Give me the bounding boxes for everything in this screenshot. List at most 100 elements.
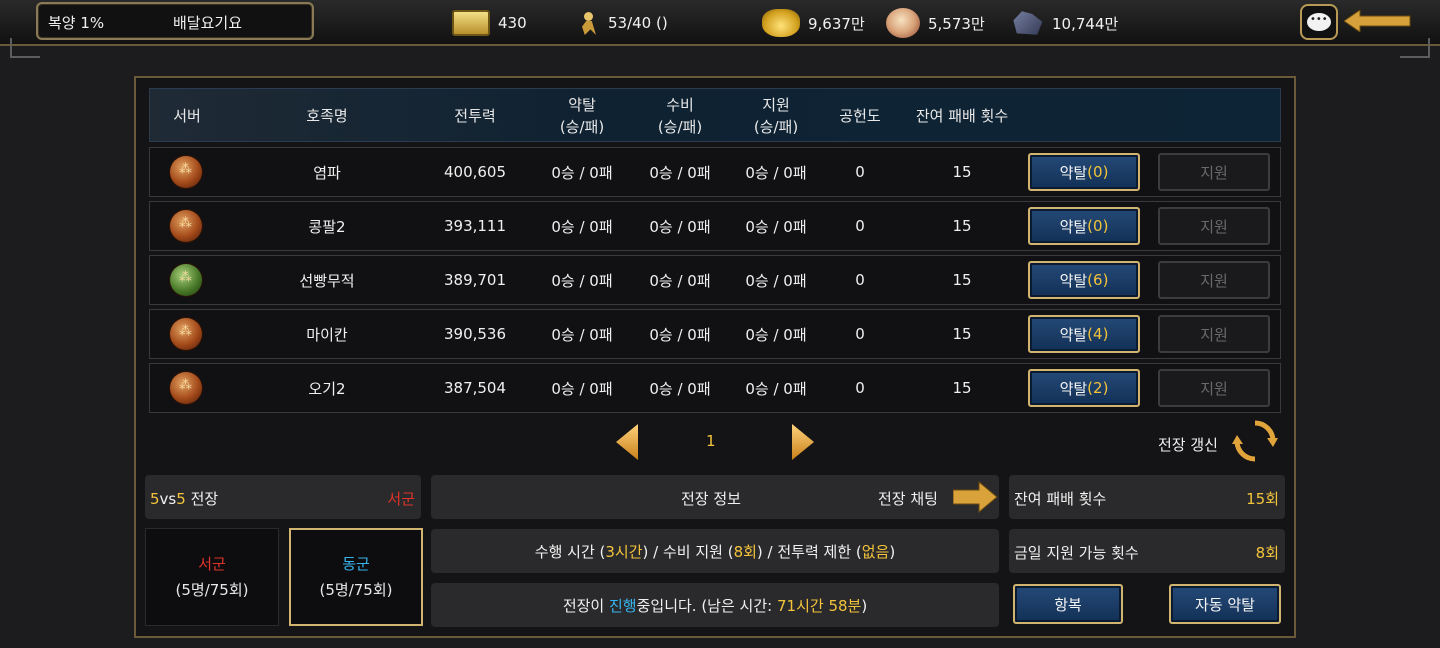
- plunder-record: 0승 / 0패: [551, 271, 613, 290]
- battle-chat-label[interactable]: 전장 채팅: [878, 488, 938, 509]
- daily-support-label: 금일 지원 가능 횟수: [1014, 544, 1139, 562]
- plunder-button-label: 약탈: [1059, 325, 1088, 344]
- plunder-button[interactable]: 약탈 (0): [1028, 207, 1140, 245]
- header-defense-title: 수비: [666, 96, 694, 114]
- support-record: 0승 / 0패: [745, 271, 807, 290]
- header-support-title: 지원: [762, 96, 790, 114]
- scroll-resource[interactable]: 430: [452, 8, 527, 38]
- clan-power: 389,701: [443, 271, 507, 289]
- scroll-count: 430: [498, 14, 527, 32]
- scroll-icon: [452, 10, 490, 36]
- contribution-value: 0: [855, 163, 865, 181]
- gold-resource[interactable]: 9,637만: [762, 8, 865, 38]
- status-text-1: 전장이: [562, 596, 609, 615]
- remaining-losses: 15: [952, 217, 972, 235]
- support-button[interactable]: 지원: [1158, 369, 1270, 407]
- auto-plunder-button[interactable]: 자동 약탈: [1169, 584, 1281, 624]
- west-team-name: 서군: [198, 555, 226, 573]
- support-button[interactable]: 지원: [1158, 261, 1270, 299]
- server-emblem-icon: [170, 264, 202, 296]
- plunder-record: 0승 / 0패: [551, 379, 613, 398]
- details-text-4: ): [889, 542, 896, 561]
- battle-mode-b: 5: [176, 490, 186, 508]
- details-support: 8회: [733, 542, 757, 561]
- remaining-losses: 15: [952, 325, 972, 343]
- battle-status-bar: 전장이 진행중입니다. (남은 시간: 71시간 58분): [431, 583, 999, 627]
- west-team-count: (5명/75회): [175, 581, 249, 599]
- server-emblem-icon: [170, 210, 202, 242]
- west-team-box[interactable]: 서군 (5명/75회): [145, 528, 279, 626]
- clan-name: 마이칸: [306, 325, 348, 344]
- plunder-button-count: (0): [1087, 217, 1109, 235]
- buff-status-box[interactable]: 복양 1% 배달요기요: [36, 2, 314, 40]
- ore-resource[interactable]: 10,744만: [1010, 8, 1118, 38]
- plunder-record: 0승 / 0패: [551, 217, 613, 236]
- frame-corner-left: [10, 38, 40, 58]
- surrender-button[interactable]: 항복: [1013, 584, 1123, 624]
- refresh-icon[interactable]: [1230, 418, 1280, 464]
- ore-count: 10,744만: [1052, 14, 1119, 33]
- chat-arrow-icon[interactable]: [953, 480, 997, 514]
- defense-record: 0승 / 0패: [649, 217, 711, 236]
- contribution-value: 0: [855, 217, 865, 235]
- refresh-label[interactable]: 전장 갱신: [1158, 434, 1218, 455]
- table-row[interactable]: 마이칸 390,536 0승 / 0패 0승 / 0패 0승 / 0패 0 15…: [149, 309, 1281, 359]
- ore-icon: [1013, 11, 1043, 35]
- contribution-value: 0: [855, 271, 865, 289]
- page-number: 1: [706, 432, 716, 450]
- header-plunder-title: 약탈: [568, 96, 596, 114]
- plunder-button[interactable]: 약탈 (2): [1028, 369, 1140, 407]
- food-resource[interactable]: 5,573만: [886, 8, 985, 38]
- support-record: 0승 / 0패: [745, 163, 807, 182]
- my-side-label: 서군: [387, 490, 415, 508]
- stamina-count: 53/40 (): [608, 14, 668, 32]
- plunder-button-label: 약탈: [1059, 163, 1088, 182]
- plunder-button-count: (0): [1087, 163, 1109, 181]
- remaining-losses-value: 15회: [1246, 490, 1279, 508]
- chat-button[interactable]: [1300, 4, 1338, 40]
- table-row[interactable]: 오기2 387,504 0승 / 0패 0승 / 0패 0승 / 0패 0 15…: [149, 363, 1281, 413]
- battle-info-bar[interactable]: 전장 정보 전장 채팅: [431, 475, 999, 519]
- east-team-name: 동군: [342, 555, 370, 573]
- server-emblem-icon: [170, 156, 202, 188]
- plunder-button[interactable]: 약탈 (6): [1028, 261, 1140, 299]
- header-defense: 수비 (승/패): [628, 89, 732, 143]
- plunder-record: 0승 / 0패: [551, 163, 613, 182]
- plunder-button[interactable]: 약탈 (4): [1028, 315, 1140, 353]
- east-team-box[interactable]: 동군 (5명/75회): [289, 528, 423, 626]
- contribution-value: 0: [855, 379, 865, 397]
- support-button[interactable]: 지원: [1158, 153, 1270, 191]
- remaining-losses-box: 잔여 패배 횟수 15회: [1009, 475, 1285, 519]
- status-text-3: ): [861, 596, 868, 615]
- clan-power: 393,111: [443, 217, 507, 235]
- details-text-2: ) / 수비 지원 (: [642, 542, 734, 561]
- server-emblem-icon: [170, 318, 202, 350]
- table-row[interactable]: 염파 400,605 0승 / 0패 0승 / 0패 0승 / 0패 0 15 …: [149, 147, 1281, 197]
- plunder-record: 0승 / 0패: [551, 325, 613, 344]
- table-row[interactable]: 콩팔2 393,111 0승 / 0패 0승 / 0패 0승 / 0패 0 15…: [149, 201, 1281, 251]
- stamina-resource[interactable]: 53/40 (): [578, 8, 668, 38]
- battle-status: 전장이 진행중입니다. (남은 시간: 71시간 58분): [563, 595, 867, 616]
- east-team-count: (5명/75회): [319, 581, 393, 599]
- support-record: 0승 / 0패: [745, 217, 807, 236]
- header-contribution: 공헌도: [839, 107, 881, 125]
- support-button[interactable]: 지원: [1158, 315, 1270, 353]
- table-header: 서버 호족명 전투력 약탈 (승/패) 수비 (승/패) 지원 (승/패) 공헌…: [149, 88, 1281, 142]
- status-progress: 진행: [608, 596, 637, 615]
- clan-name: 오기2: [308, 379, 346, 398]
- battle-details-bar: 수행 시간 (3시간) / 수비 지원 (8회) / 전투력 제한 (없음): [431, 529, 999, 573]
- header-support: 지원 (승/패): [724, 89, 828, 143]
- runner-icon: [578, 10, 600, 36]
- status-time: 71시간 58분: [776, 596, 862, 615]
- gold-count: 9,637만: [808, 14, 865, 33]
- plunder-button-label: 약탈: [1059, 379, 1088, 398]
- support-record: 0승 / 0패: [745, 379, 807, 398]
- table-row[interactable]: 선빵무적 389,701 0승 / 0패 0승 / 0패 0승 / 0패 0 1…: [149, 255, 1281, 305]
- support-button[interactable]: 지원: [1158, 207, 1270, 245]
- defense-record: 0승 / 0패: [649, 271, 711, 290]
- battle-mode-vs: vs: [159, 490, 177, 508]
- clan-power: 400,605: [443, 163, 507, 181]
- plunder-button[interactable]: 약탈 (0): [1028, 153, 1140, 191]
- details-limit: 없음: [861, 542, 890, 561]
- back-arrow-icon[interactable]: [1344, 10, 1412, 32]
